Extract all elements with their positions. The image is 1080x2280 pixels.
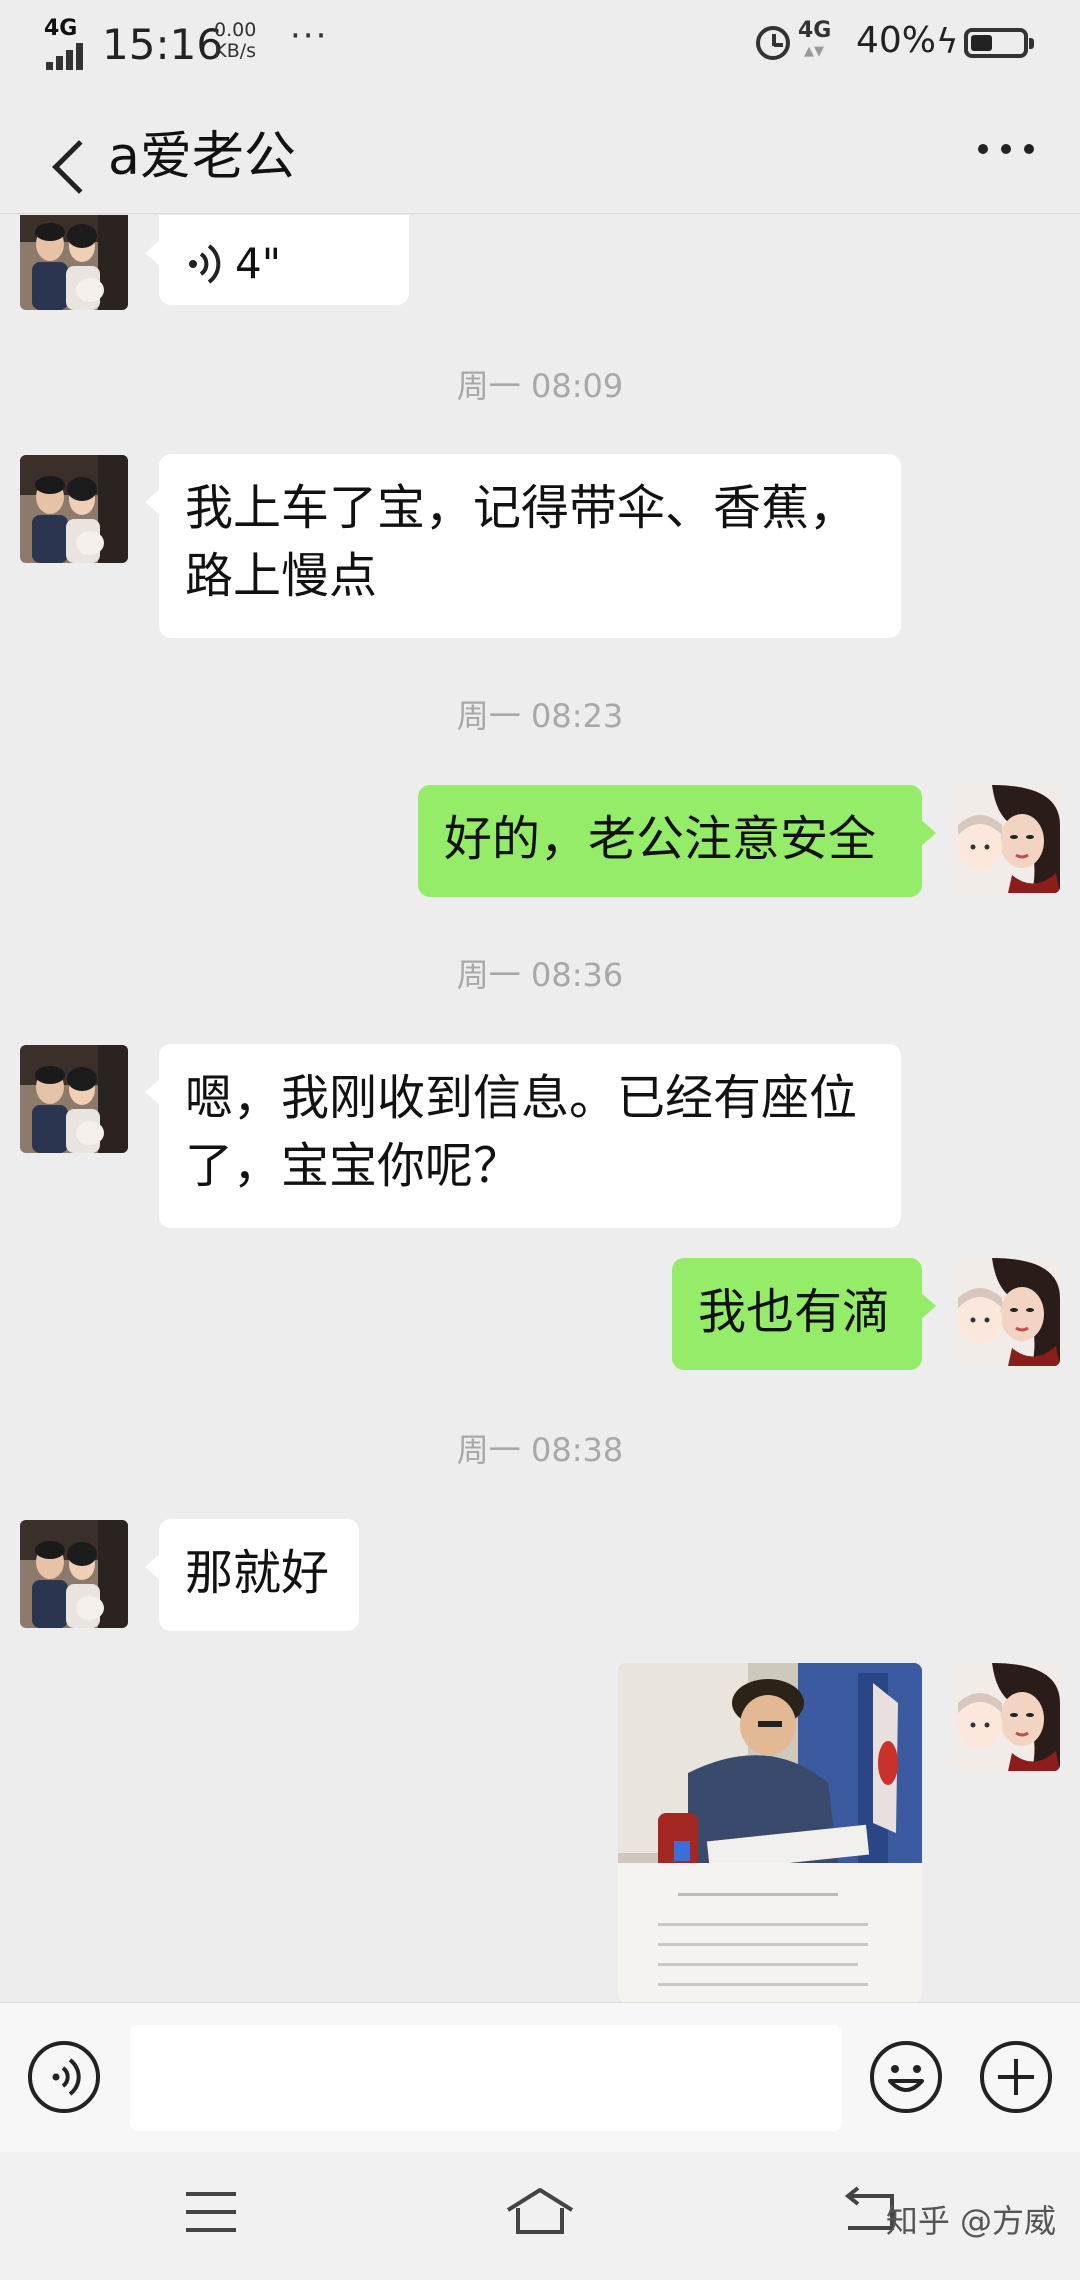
battery-fill [971,35,992,51]
message-bubble-outgoing[interactable]: 好的，老公注意安全 [418,785,936,897]
message-bubble-outgoing[interactable]: 我也有滴 [672,1258,936,1370]
message-text: 我也有滴 [698,1284,891,1340]
network-type-right: 4G [798,18,832,43]
network-speed-unit: KB/s [214,40,257,62]
avatar-contact[interactable] [20,1520,128,1628]
status-right: 4G ▲▼ 40% ϟ [756,18,1036,64]
chat-message-list[interactable]: 4" 周一 08:09 我上车了宝，记得带伞、香蕉， 路上慢点 周一 08:23… [0,215,1080,2002]
timestamp: 周一 08:23 [456,697,624,735]
message-text: 那就好 [185,1545,330,1601]
network-speed: 0.00 KB/s [214,20,256,62]
message-bubble-incoming[interactable]: 那就好 [145,1519,359,1631]
chat-header: a爱老公 [0,84,1080,214]
avatar-self[interactable] [952,1258,1060,1366]
data-arrows-icon: ▲▼ [804,44,824,59]
message-text: 嗯，我刚收到信息。已经有座位 [185,1070,858,1126]
message-text: 我上车了宝，记得带伞、香蕉， [185,480,858,536]
image-message[interactable] [618,1663,922,2002]
plus-icon [998,2059,1034,2095]
network-speed-value: 0.00 [214,19,257,41]
voice-input-button[interactable] [28,2041,100,2113]
back-button[interactable] [20,104,106,194]
alarm-icon [756,26,790,60]
status-more-icon: ··· [290,16,329,56]
clock: 15:16 [102,20,224,69]
chat-title: a爱老公 [108,127,296,187]
message-bubble-incoming[interactable]: 嗯，我刚收到信息。已经有座位 了，宝宝你呢？ [145,1044,901,1228]
avatar-self[interactable] [952,785,1060,893]
timestamp: 周一 08:36 [456,956,624,994]
voice-message-bubble[interactable]: 4" [145,215,409,305]
avatar-contact[interactable] [20,455,128,563]
message-text: 了，宝宝你呢？ [185,1138,522,1194]
timestamp: 周一 08:09 [456,367,624,405]
message-bubble-incoming[interactable]: 我上车了宝，记得带伞、香蕉， 路上慢点 [145,454,901,638]
home-icon[interactable] [504,2186,576,2238]
signal-icon [46,40,92,70]
charging-icon: ϟ [936,22,959,62]
avatar-contact[interactable] [20,215,128,310]
status-bar: 4G 15:16 0.00 KB/s ··· 4G ▲▼ 40% ϟ [0,0,1080,84]
input-bar [0,2002,1080,2152]
watermark: 知乎 @方威 [885,2202,1056,2240]
emoji-button[interactable] [870,2041,942,2113]
emoji-icon [888,2065,924,2092]
back-icon [52,140,106,194]
battery-percentage: 40% [856,20,937,61]
message-text: 路上慢点 [185,548,378,604]
message-input[interactable] [130,2025,842,2131]
network-type-left: 4G [44,16,78,41]
photo-thumbnail [618,1663,922,2002]
voice-wave-icon [185,239,225,289]
avatar-contact[interactable] [20,1045,128,1153]
message-text: 好的，老公注意安全 [444,811,877,867]
more-functions-button[interactable] [980,2041,1052,2113]
avatar-self[interactable] [952,1663,1060,1771]
more-icon[interactable] [978,144,1034,156]
voice-duration: 4" [235,239,282,288]
timestamp: 周一 08:38 [456,1431,624,1469]
system-nav-bar: 知乎 @方威 [0,2152,1080,2280]
battery-icon [964,28,1034,58]
voice-input-icon [52,2058,81,2096]
menu-icon[interactable] [186,2192,236,2232]
